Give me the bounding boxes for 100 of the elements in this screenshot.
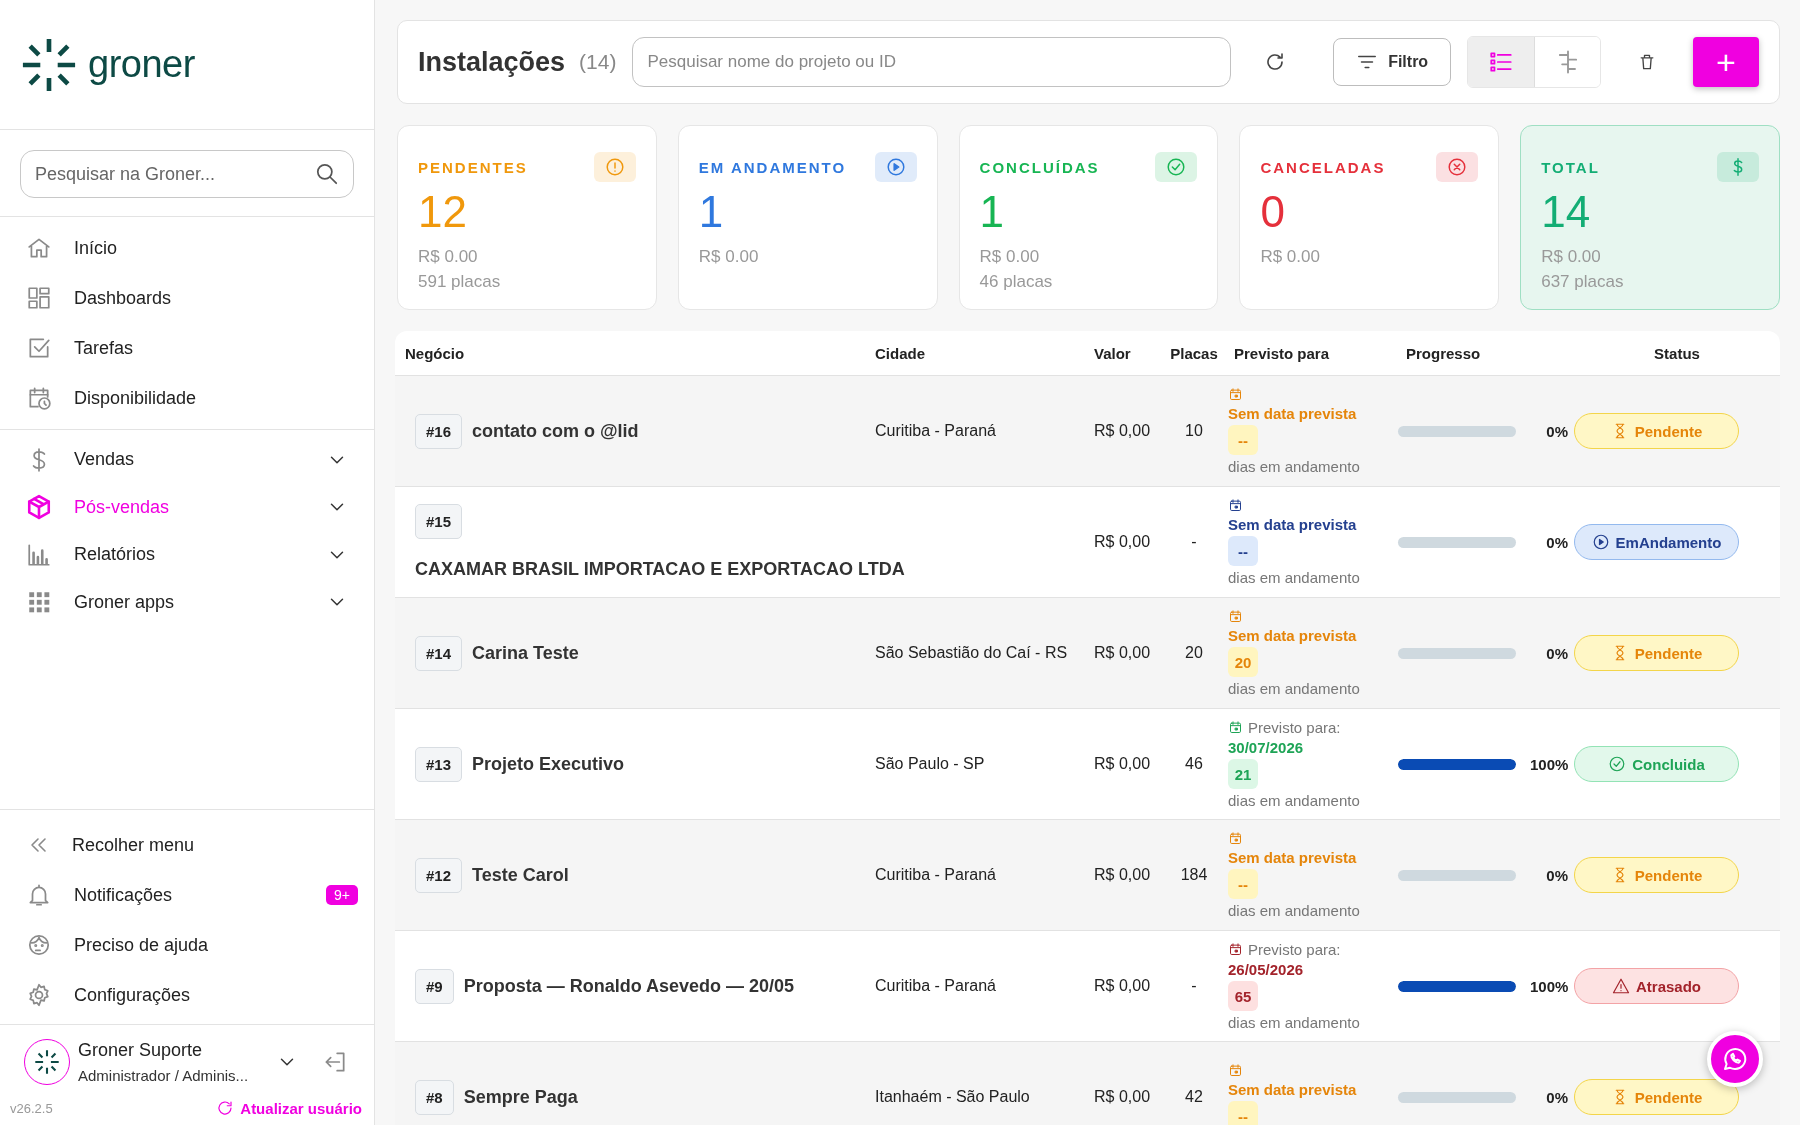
table-cell: R$ 0,00 (1094, 422, 1151, 439)
card-plates: 591 placas (418, 271, 502, 293)
update-user-link[interactable]: Atualizar usuário (216, 1099, 362, 1117)
table-cell: CAXAMAR BRASIL IMPORTACAO E EXPORTACAO LTDA (415, 559, 905, 580)
filter-button[interactable]: Filtro (1333, 38, 1452, 86)
calendar-icon (1228, 1063, 1243, 1078)
add-button[interactable]: + (1693, 37, 1759, 87)
id-badge: #13 (415, 746, 463, 782)
notification-badge: 9+ (326, 885, 358, 905)
nav-item[interactable]: Dashboards (0, 273, 374, 323)
schedule-label: Sem data prevista (1228, 849, 1357, 866)
card-label: PENDENTES (418, 158, 528, 176)
nav-item[interactable]: Vendas (0, 436, 374, 484)
days-label: dias em andamento (1228, 680, 1360, 697)
table-cell: Curitiba - Paraná (875, 866, 996, 883)
calendar-icon (1228, 942, 1243, 957)
search-field[interactable]: Pesquisar nome do projeto ou ID (632, 37, 1232, 87)
card-label: TOTAL (1541, 158, 1600, 176)
nav-item[interactable]: Tarefas (0, 323, 374, 373)
table-cell: contato com o @lid (472, 420, 639, 442)
check-circle-icon (1608, 755, 1627, 773)
table-cell: São Sebastião do Caí - RS (875, 644, 1068, 661)
user-name: Groner Suporte (78, 1040, 204, 1061)
menu-item[interactable]: Configurações (0, 970, 374, 1020)
column-header: Progresso (1405, 344, 1482, 362)
table-cell: R$ 0,00 (1094, 533, 1151, 550)
bell-icon (26, 882, 52, 908)
id-badge: #8 (415, 1079, 454, 1115)
card-label: CANCELADAS (1260, 158, 1386, 176)
table-cell: 20 (1185, 644, 1203, 661)
nav-item[interactable]: Início (0, 223, 374, 273)
status-badge: Pendente (1574, 413, 1739, 449)
card-amount: R$ 0.00 (1260, 246, 1321, 268)
support-face-icon (26, 932, 52, 958)
user-role: Administrador / Adminis... (78, 1067, 250, 1084)
status-badge: Atrasado (1574, 968, 1739, 1004)
progress-percent: 0% (1545, 1088, 1568, 1106)
table-cell: Itanhaém - São Paulo (875, 1088, 1030, 1105)
card-amount: R$ 0.00 (698, 246, 760, 268)
menu-item[interactable]: Recolher menu (0, 820, 374, 870)
table-cell: R$ 0,00 (1094, 755, 1151, 772)
schedule-label: Previsto para: (1248, 719, 1341, 736)
card-count: 1 (979, 190, 1006, 234)
days-badge: 20 (1228, 647, 1258, 677)
box-icon (26, 494, 52, 521)
view-toggle-button[interactable] (1534, 37, 1601, 87)
status-badge: EmAndamento (1574, 524, 1739, 560)
schedule-label: Sem data prevista (1228, 1081, 1357, 1098)
brand-name: groner (88, 43, 195, 86)
card-count: 14 (1541, 190, 1592, 234)
days-badge: 65 (1228, 981, 1258, 1011)
card-count: 1 (698, 190, 725, 234)
card-label: EM ANDAMENTO (698, 158, 847, 176)
table-cell: - (1191, 977, 1197, 994)
nav-item[interactable]: Pós-vendas (0, 483, 374, 531)
days-badge: -- (1228, 425, 1258, 455)
status-badge: Pendente (1574, 635, 1739, 671)
status-badge: Pendente (1574, 1079, 1739, 1115)
version-label: v26.2.5 (10, 1100, 53, 1116)
column-header: Previsto para (1233, 344, 1331, 362)
schedule-date: 26/05/2026 (1228, 961, 1304, 978)
search-icon (314, 161, 340, 187)
item-count: (14) (579, 50, 617, 74)
progress-percent: 0% (1545, 422, 1568, 440)
calendar-icon (1228, 387, 1243, 402)
nav-item[interactable]: Relatórios (0, 531, 374, 579)
bar-chart-icon (26, 541, 52, 568)
card-count: 0 (1260, 190, 1286, 234)
menu-item[interactable]: Notificações 9+ (0, 870, 374, 920)
nav-item[interactable]: Groner apps (0, 578, 374, 626)
days-label: dias em andamento (1228, 1014, 1360, 1031)
table-cell: R$ 0,00 (1094, 1088, 1151, 1105)
table-cell: 46 (1185, 755, 1203, 772)
checkbox-icon (26, 335, 52, 361)
table-cell: 42 (1185, 1088, 1203, 1105)
view-toggle-button[interactable] (1468, 37, 1535, 87)
schedule-label: Sem data prevista (1228, 516, 1357, 533)
id-badge: #9 (415, 968, 454, 1004)
table-cell: R$ 0,00 (1094, 977, 1151, 994)
menu-item[interactable]: Preciso de ajuda (0, 920, 374, 970)
search-field[interactable]: Pesquisar na Groner... (20, 150, 354, 198)
column-header: Cidade (874, 344, 926, 362)
table-cell: São Paulo - SP (875, 755, 985, 772)
calendar-icon (1228, 609, 1243, 624)
days-badge: -- (1228, 869, 1258, 899)
progress-percent: 0% (1545, 644, 1568, 662)
table-cell: R$ 0,00 (1094, 866, 1151, 883)
table-cell: Projeto Executivo (472, 753, 625, 775)
column-header: Negócio (404, 344, 466, 362)
table-cell: Proposta — Ronaldo Asevedo — 20/05 (463, 975, 795, 997)
warning-icon (1612, 977, 1630, 995)
id-badge: #14 (415, 635, 463, 671)
card-plates: 637 placas (1541, 271, 1625, 293)
column-header: Status (1653, 344, 1701, 362)
schedule-date: 30/07/2026 (1228, 739, 1304, 756)
progress-percent: 100% (1530, 755, 1568, 773)
progress-percent: 100% (1530, 977, 1568, 995)
nav-item[interactable]: Disponibilidade (0, 373, 374, 423)
days-badge: -- (1228, 536, 1258, 566)
refresh-icon (216, 1099, 235, 1117)
